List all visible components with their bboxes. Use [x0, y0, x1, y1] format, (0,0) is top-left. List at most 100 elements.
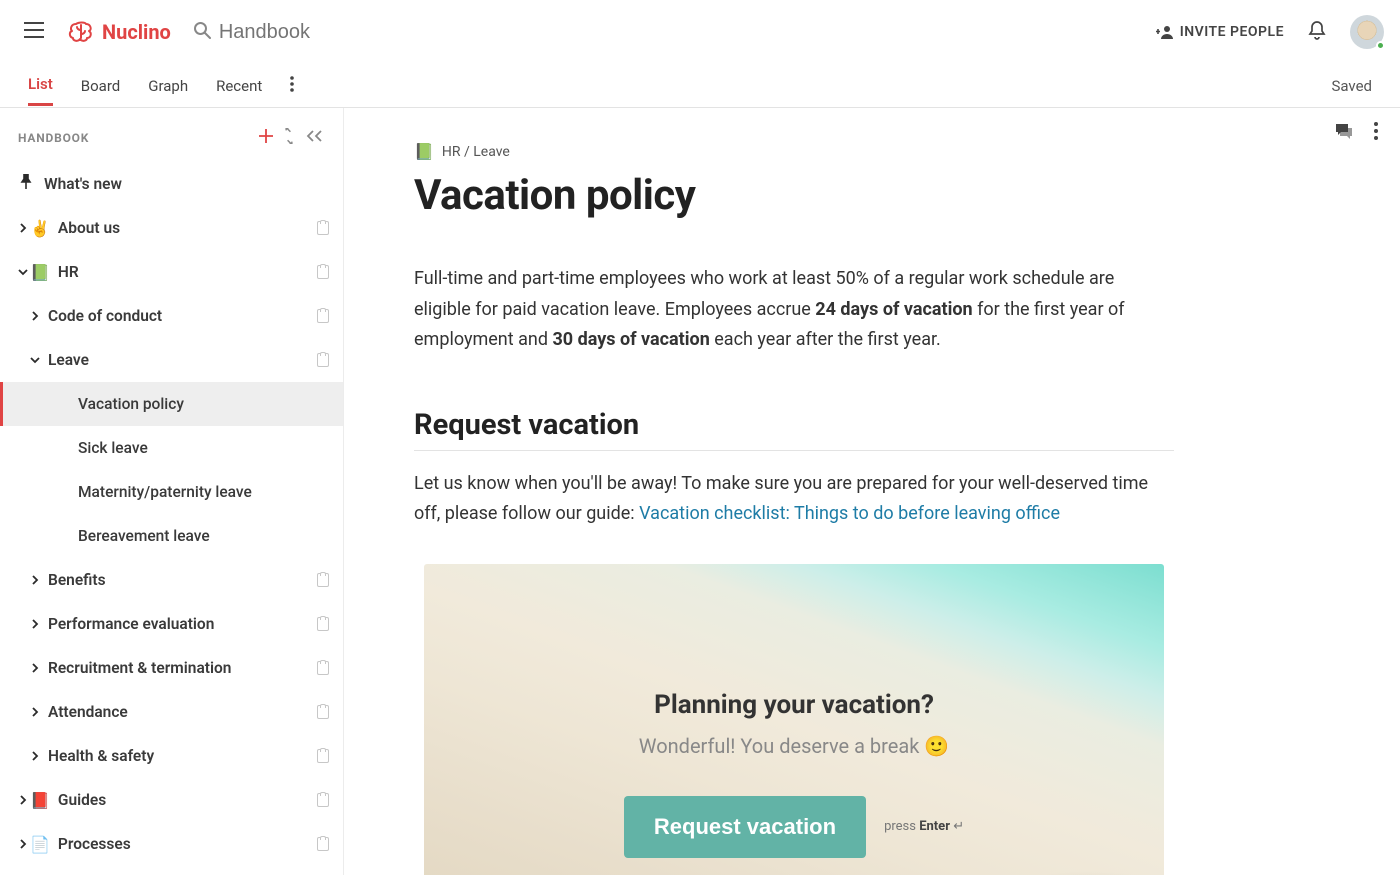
request-vacation-card: Planning your vacation? Wonderful! You d…: [424, 564, 1164, 875]
brand-name: Nuclino: [102, 20, 171, 44]
sidebar-item-label: Bereavement leave: [72, 527, 343, 545]
sidebar-item-label: Sick leave: [72, 439, 343, 457]
pin-icon: [20, 174, 32, 194]
vacation-checklist-link[interactable]: Vacation checklist: Things to do before …: [639, 503, 1060, 524]
sidebar-item-label: Guides: [52, 791, 317, 809]
sidebar-item-label: About us: [52, 219, 317, 237]
search-box[interactable]: [193, 21, 1144, 44]
page-title: Vacation policy: [414, 171, 1320, 220]
sidebar-item-bereavement-leave[interactable]: Bereavement leave: [0, 514, 343, 558]
invite-people-label: INVITE PEOPLE: [1180, 24, 1284, 40]
comments-button[interactable]: [1334, 122, 1354, 144]
intro-paragraph: Full-time and part-time employees who wo…: [414, 264, 1174, 356]
sidebar-item-label: Maternity/paternity leave: [72, 483, 343, 501]
chevron-right-icon: [28, 707, 42, 717]
chevron-down-icon: [16, 267, 30, 277]
brand-logo[interactable]: Nuclino: [68, 20, 171, 44]
sidebar-item-label: Health & safety: [42, 747, 317, 765]
invite-icon: [1156, 25, 1174, 39]
sidebar-item-label: Vacation policy: [72, 395, 343, 413]
brain-icon: [68, 21, 96, 43]
chevron-right-icon: [28, 311, 42, 321]
item-emoji: 📕: [30, 791, 50, 810]
sidebar-item-label: Benefits: [42, 571, 317, 589]
clipboard-icon: [317, 793, 329, 807]
chevron-right-icon: [28, 619, 42, 629]
sidebar-item-code-of-conduct[interactable]: Code of conduct: [0, 294, 343, 338]
request-vacation-button[interactable]: Request vacation: [624, 796, 866, 858]
sidebar-item-leave[interactable]: Leave: [0, 338, 343, 382]
hero-subtitle: Wonderful! You deserve a break 🙂: [639, 734, 949, 758]
item-emoji: ✌️: [30, 219, 50, 238]
document-more-button[interactable]: [1374, 122, 1378, 144]
clipboard-icon: [317, 617, 329, 631]
presence-indicator: [1376, 41, 1385, 50]
sidebar-item-label: Recruitment & termination: [42, 659, 317, 677]
chevron-right-icon: [28, 663, 42, 673]
sidebar-item-label: Code of conduct: [42, 307, 317, 325]
breadcrumb-text: HR / Leave: [442, 144, 510, 160]
tabs-more-button[interactable]: [290, 76, 294, 96]
clipboard-icon: [317, 573, 329, 587]
search-input[interactable]: [219, 21, 519, 44]
user-avatar[interactable]: [1350, 15, 1384, 49]
pinned-label: What's new: [44, 175, 122, 193]
clipboard-icon: [317, 353, 329, 367]
sidebar-title: HANDBOOK: [18, 131, 255, 145]
document-content: 📗 HR / Leave Vacation policy Full-time a…: [344, 108, 1400, 875]
sidebar-item-recruitment-termination[interactable]: Recruitment & termination: [0, 646, 343, 690]
item-emoji: 📄: [30, 835, 50, 854]
search-icon: [193, 21, 211, 43]
sidebar-item-label: Performance evaluation: [42, 615, 317, 633]
clipboard-icon: [317, 309, 329, 323]
saved-status: Saved: [1331, 77, 1372, 95]
section-title: Request vacation: [414, 408, 1174, 451]
sidebar-item-label: Leave: [42, 351, 317, 369]
sidebar: HANDBOOK What's new ✌️About us📗HRCode of…: [0, 108, 344, 875]
sidebar-item-label: Attendance: [42, 703, 317, 721]
hero-hint: press Enter ↵: [884, 819, 964, 834]
add-item-button[interactable]: [255, 125, 277, 151]
clipboard-icon: [317, 221, 329, 235]
tab-board[interactable]: Board: [81, 67, 120, 105]
expand-icon[interactable]: [277, 124, 301, 152]
clipboard-icon: [317, 749, 329, 763]
clipboard-icon: [317, 265, 329, 279]
sidebar-item-health-safety[interactable]: Health & safety: [0, 734, 343, 778]
tab-graph[interactable]: Graph: [148, 67, 188, 105]
sidebar-item-vacation-policy[interactable]: Vacation policy: [0, 382, 343, 426]
chevron-down-icon: [28, 355, 42, 365]
sidebar-item-maternity-paternity-leave[interactable]: Maternity/paternity leave: [0, 470, 343, 514]
clipboard-icon: [317, 837, 329, 851]
breadcrumb-icon: 📗: [414, 142, 434, 161]
sidebar-item-guides[interactable]: 📕Guides: [0, 778, 343, 822]
clipboard-icon: [317, 705, 329, 719]
chevron-right-icon: [28, 751, 42, 761]
hero-question: Planning your vacation?: [654, 690, 934, 720]
clipboard-icon: [317, 661, 329, 675]
notifications-button[interactable]: [1308, 20, 1326, 44]
sidebar-item-sick-leave[interactable]: Sick leave: [0, 426, 343, 470]
sidebar-item-label: Processes: [52, 835, 317, 853]
bell-icon: [1308, 20, 1326, 40]
sidebar-item-attendance[interactable]: Attendance: [0, 690, 343, 734]
sidebar-item-about-us[interactable]: ✌️About us: [0, 206, 343, 250]
chevron-right-icon: [16, 839, 30, 849]
request-paragraph: Let us know when you'll be away! To make…: [414, 469, 1174, 530]
tab-recent[interactable]: Recent: [216, 67, 262, 105]
pinned-item[interactable]: What's new: [0, 162, 343, 206]
invite-people-button[interactable]: INVITE PEOPLE: [1156, 24, 1284, 40]
sidebar-item-processes[interactable]: 📄Processes: [0, 822, 343, 866]
sidebar-item-label: HR: [52, 263, 317, 281]
collapse-sidebar-button[interactable]: [301, 125, 327, 151]
chevron-right-icon: [28, 575, 42, 585]
breadcrumb[interactable]: 📗 HR / Leave: [414, 142, 1320, 161]
sidebar-item-benefits[interactable]: Benefits: [0, 558, 343, 602]
chevron-right-icon: [16, 223, 30, 233]
sidebar-item-hr[interactable]: 📗HR: [0, 250, 343, 294]
tab-list[interactable]: List: [28, 65, 53, 106]
chevron-right-icon: [16, 795, 30, 805]
sidebar-item-performance-evaluation[interactable]: Performance evaluation: [0, 602, 343, 646]
menu-button[interactable]: [16, 16, 52, 48]
item-emoji: 📗: [30, 263, 50, 282]
